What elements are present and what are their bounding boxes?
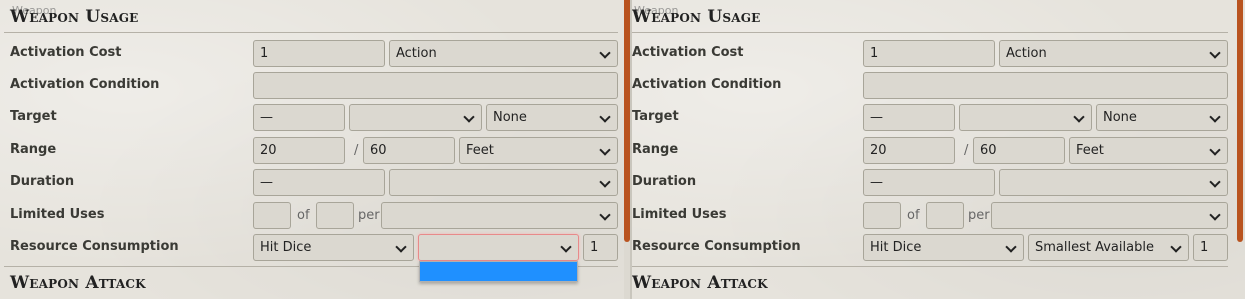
range-value-input[interactable]: 20 [863, 137, 955, 164]
activation-cost-input[interactable]: 1 [253, 40, 385, 67]
uses-of-label: of [907, 208, 920, 223]
range-units-select[interactable]: Feet [459, 137, 618, 164]
scrollbar-thumb[interactable] [1237, 0, 1243, 242]
label-resource-consumption: Resource Consumption [10, 239, 179, 254]
section-title-weapon-usage: Weapon Usage [632, 7, 761, 27]
resource-type-select[interactable]: Hit Dice [253, 234, 414, 261]
section-title-weapon-usage: Weapon Usage [10, 7, 139, 27]
label-resource-consumption: Resource Consumption [632, 239, 801, 254]
uses-value-input[interactable] [863, 202, 901, 229]
range-value-input[interactable]: 20 [253, 137, 345, 164]
target-type-select[interactable]: None [1096, 104, 1228, 131]
label-activation-condition: Activation Condition [632, 77, 782, 92]
divider [632, 266, 1228, 267]
target-type-select[interactable]: None [486, 104, 618, 131]
target-value-input[interactable]: — [253, 104, 345, 131]
duration-value-input[interactable]: — [253, 169, 385, 196]
uses-per-label: per [968, 208, 990, 223]
resource-type-select[interactable]: Hit Dice [863, 234, 1024, 261]
uses-period-select[interactable] [991, 202, 1228, 229]
uses-period-select[interactable] [381, 202, 618, 229]
resource-amount-input[interactable]: 1 [1193, 234, 1228, 261]
resource-target-select[interactable]: Smallest Available [1028, 234, 1189, 261]
item-sheet-right: Weapon Weapon Usage Activation Cost 1 Ac… [632, 0, 1245, 299]
label-target: Target [10, 109, 57, 124]
activation-type-select[interactable]: Action [389, 40, 618, 67]
label-duration: Duration [632, 174, 697, 189]
label-activation-condition: Activation Condition [10, 77, 160, 92]
activation-cost-input[interactable]: 1 [863, 40, 995, 67]
resource-target-select[interactable] [418, 234, 579, 261]
label-activation-cost: Activation Cost [10, 45, 122, 60]
resource-target-dropdown-option[interactable] [419, 261, 578, 282]
range-long-input[interactable]: 60 [363, 137, 455, 164]
range-separator: / [354, 143, 359, 158]
label-range: Range [10, 142, 57, 157]
uses-of-label: of [297, 208, 310, 223]
divider [4, 32, 618, 33]
uses-max-input[interactable] [926, 202, 964, 229]
activation-type-select[interactable]: Action [999, 40, 1228, 67]
section-title-weapon-attack: Weapon Attack [632, 273, 768, 293]
section-title-weapon-attack: Weapon Attack [10, 273, 146, 293]
label-duration: Duration [10, 174, 75, 189]
target-value-input[interactable]: — [863, 104, 955, 131]
uses-value-input[interactable] [253, 202, 291, 229]
label-target: Target [632, 109, 679, 124]
uses-per-label: per [358, 208, 380, 223]
target-units-select[interactable] [959, 104, 1092, 131]
duration-units-select[interactable] [999, 169, 1228, 196]
activation-condition-input[interactable] [253, 72, 618, 99]
activation-condition-input[interactable] [863, 72, 1228, 99]
range-long-input[interactable]: 60 [973, 137, 1065, 164]
label-limited-uses: Limited Uses [10, 207, 105, 222]
label-limited-uses: Limited Uses [632, 207, 727, 222]
range-separator: / [964, 143, 969, 158]
divider [632, 32, 1228, 33]
label-range: Range [632, 142, 679, 157]
item-sheet-left: Weapon Weapon Usage Activation Cost 1 Ac… [0, 0, 624, 299]
range-units-select[interactable]: Feet [1069, 137, 1228, 164]
target-units-select[interactable] [349, 104, 482, 131]
label-activation-cost: Activation Cost [632, 45, 744, 60]
resource-amount-input[interactable]: 1 [583, 234, 618, 261]
duration-value-input[interactable]: — [863, 169, 995, 196]
duration-units-select[interactable] [389, 169, 618, 196]
uses-max-input[interactable] [316, 202, 354, 229]
